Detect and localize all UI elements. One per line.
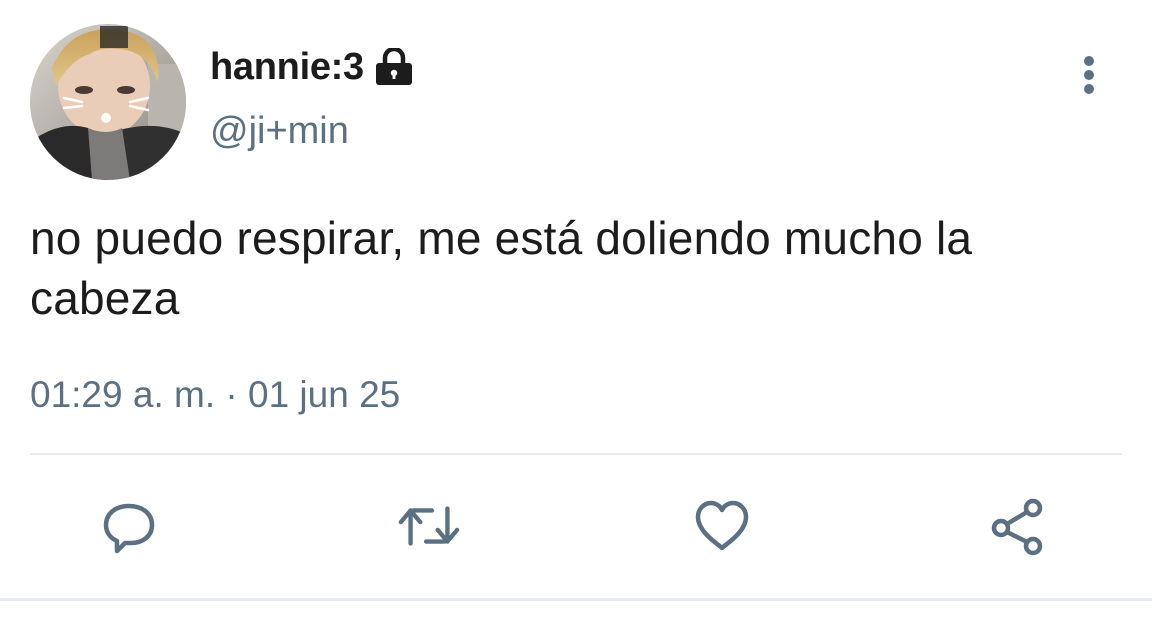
lock-icon bbox=[374, 48, 414, 86]
reply-icon bbox=[103, 503, 155, 554]
avatar[interactable] bbox=[30, 24, 186, 180]
tweet-timestamp[interactable]: 01:29 a. m. · 01 jun 25 bbox=[30, 374, 400, 416]
tweet-text: no puedo respirar, me está doliendo much… bbox=[30, 212, 973, 324]
more-vertical-icon[interactable] bbox=[1070, 52, 1108, 98]
bottom-divider bbox=[0, 598, 1152, 601]
share-button[interactable] bbox=[985, 494, 1049, 558]
retweet-button[interactable] bbox=[397, 494, 461, 558]
user-handle[interactable]: @ji+min bbox=[210, 110, 349, 153]
reply-button[interactable] bbox=[97, 494, 161, 558]
like-button[interactable] bbox=[690, 494, 754, 558]
heart-icon bbox=[695, 500, 749, 551]
divider bbox=[30, 453, 1122, 455]
tweet-actions bbox=[0, 494, 1152, 558]
author-name-row: hannie:3 bbox=[210, 44, 414, 90]
retweet-icon bbox=[398, 506, 460, 546]
display-name[interactable]: hannie:3 bbox=[210, 46, 364, 89]
share-icon bbox=[991, 498, 1043, 556]
tweet-card: hannie:3 @ji+min no puedo respirar, me e… bbox=[0, 0, 1152, 618]
avatar-image bbox=[30, 24, 186, 180]
